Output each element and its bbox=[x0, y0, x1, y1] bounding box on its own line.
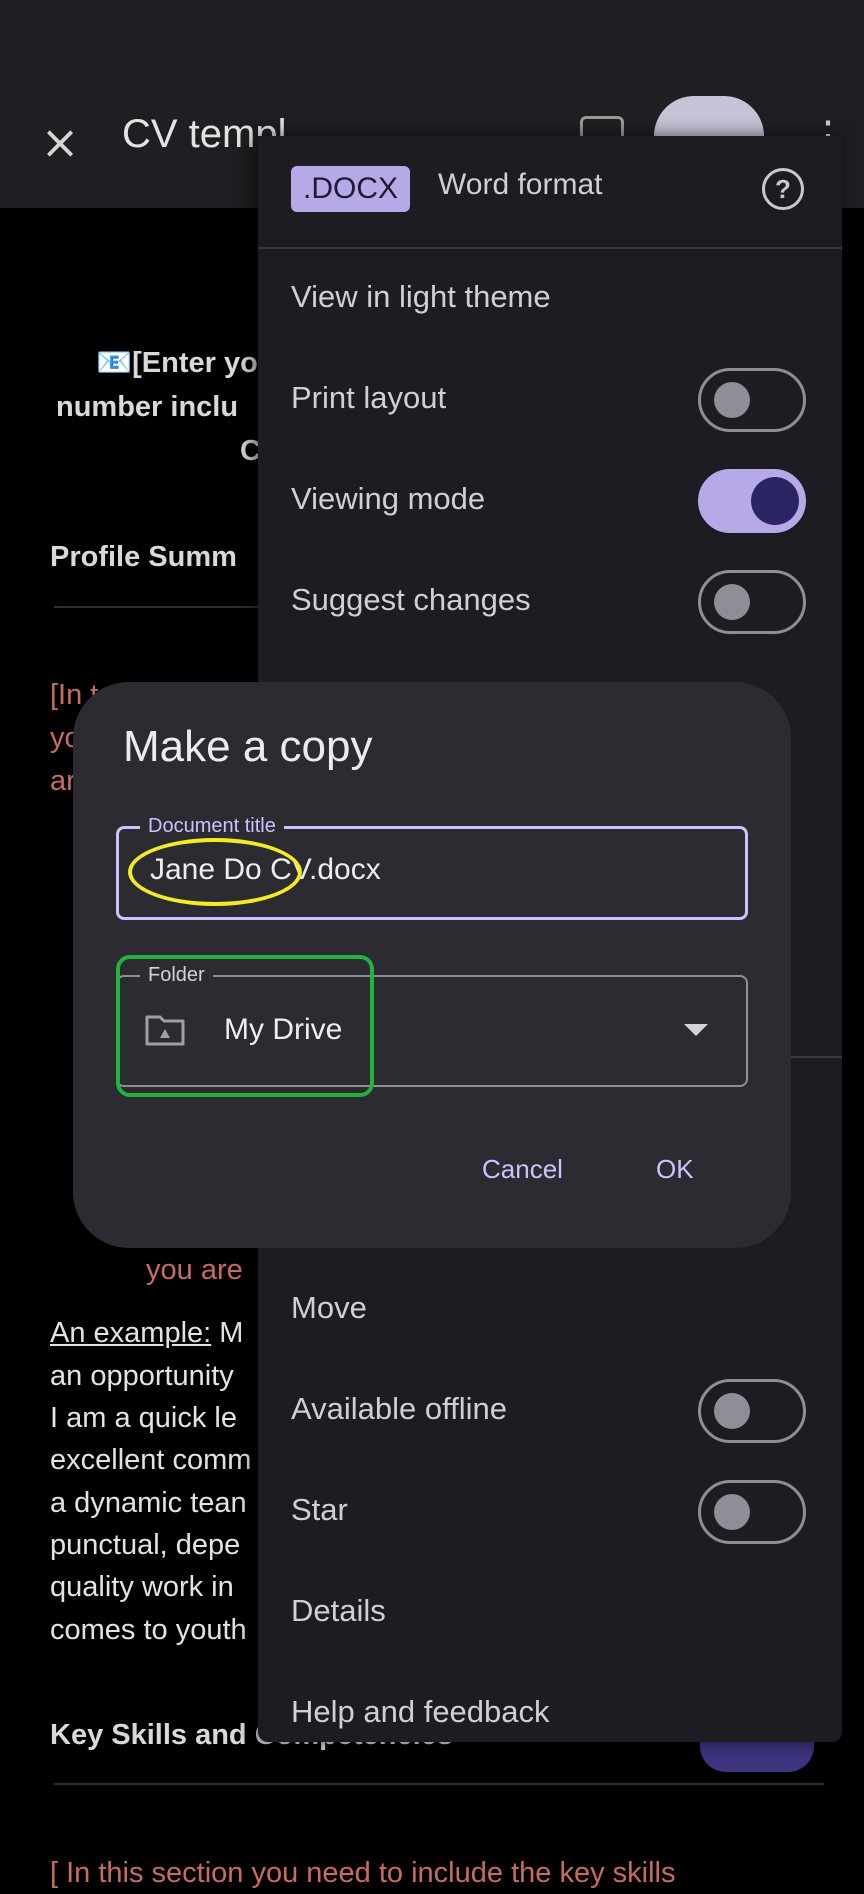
status-bar bbox=[0, 0, 864, 90]
doc-para-line: I am a quick le bbox=[50, 1402, 237, 1434]
example-text: M bbox=[211, 1317, 244, 1349]
close-icon[interactable]: × bbox=[36, 118, 84, 166]
viewing-mode-toggle[interactable] bbox=[698, 469, 806, 533]
doc-para-line: an opportunity bbox=[50, 1360, 234, 1392]
help-icon[interactable]: ? bbox=[762, 168, 804, 210]
doc-example-line: An example: M bbox=[50, 1312, 243, 1354]
doc-line: number inclu bbox=[56, 391, 239, 423]
menu-item-star[interactable]: Star bbox=[291, 1492, 348, 1528]
doc-red-line: ar bbox=[50, 765, 76, 797]
available-offline-toggle[interactable] bbox=[698, 1379, 806, 1443]
toggle-knob bbox=[751, 477, 799, 525]
doc-red-line: [ In this section you need to include th… bbox=[50, 1857, 676, 1889]
suggest-changes-toggle[interactable] bbox=[698, 570, 806, 634]
title-annotation-ellipse bbox=[128, 838, 302, 906]
menu-divider bbox=[258, 247, 842, 249]
menu-item-help-feedback[interactable]: Help and feedback bbox=[291, 1694, 550, 1730]
doc-para-line: punctual, depe bbox=[50, 1529, 241, 1561]
folder-annotation-box bbox=[116, 955, 374, 1097]
document-title-label: Document title bbox=[140, 815, 284, 838]
menu-item-light-theme[interactable]: View in light theme bbox=[291, 279, 551, 315]
file-format-label: Word format bbox=[438, 168, 603, 201]
toggle-knob bbox=[714, 584, 750, 620]
dropdown-arrow-icon[interactable] bbox=[684, 1024, 708, 1036]
divider bbox=[54, 606, 264, 608]
dialog-title: Make a copy bbox=[123, 722, 373, 771]
menu-item-details[interactable]: Details bbox=[291, 1593, 386, 1629]
example-label: An example: bbox=[50, 1317, 212, 1349]
doc-red-line: you are bbox=[146, 1254, 243, 1286]
menu-item-print-layout[interactable]: Print layout bbox=[291, 380, 446, 416]
menu-item-suggest-changes[interactable]: Suggest changes bbox=[291, 582, 531, 618]
toggle-knob bbox=[714, 382, 750, 418]
cancel-button[interactable]: Cancel bbox=[466, 1150, 579, 1189]
doc-line: 📧[Enter yo bbox=[96, 347, 258, 379]
file-type-badge: .DOCX bbox=[291, 166, 411, 212]
doc-para-line: comes to youth bbox=[50, 1614, 247, 1646]
profile-heading: Profile Summ bbox=[50, 541, 237, 573]
star-toggle[interactable] bbox=[698, 1480, 806, 1544]
toggle-knob bbox=[714, 1494, 750, 1530]
doc-para-line: quality work in bbox=[50, 1571, 234, 1603]
doc-para-line: excellent comm bbox=[50, 1444, 252, 1476]
print-layout-toggle[interactable] bbox=[698, 368, 806, 432]
menu-item-viewing-mode[interactable]: Viewing mode bbox=[291, 481, 485, 517]
doc-para-line: a dynamic tean bbox=[50, 1487, 247, 1519]
toggle-knob bbox=[714, 1393, 750, 1429]
menu-item-move[interactable]: Move bbox=[291, 1290, 367, 1326]
menu-item-available-offline[interactable]: Available offline bbox=[291, 1391, 507, 1427]
ok-button[interactable]: OK bbox=[640, 1150, 710, 1189]
divider bbox=[54, 1783, 824, 1785]
